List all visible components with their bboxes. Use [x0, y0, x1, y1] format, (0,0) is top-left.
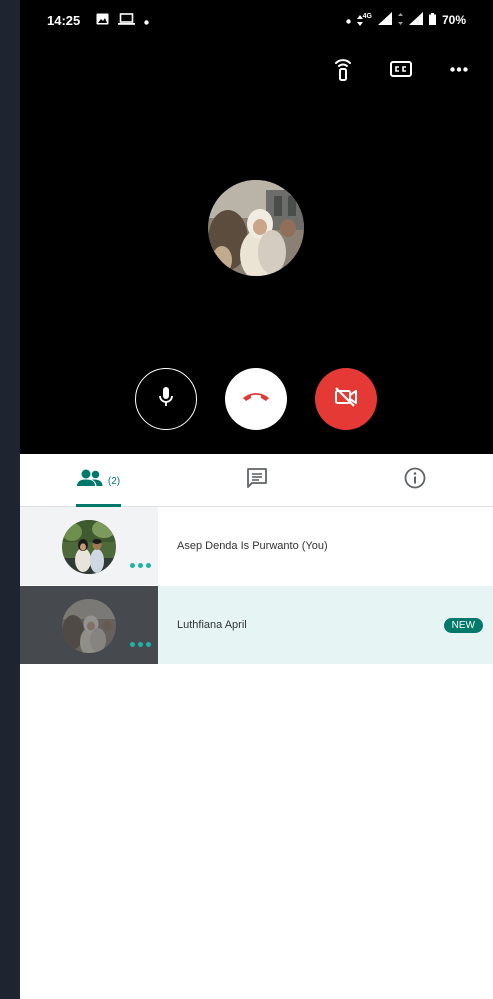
notification-dot-icon: [144, 13, 149, 28]
more-options-icon[interactable]: [445, 55, 473, 83]
participant-thumbnail: [20, 507, 158, 585]
battery-percentage: 70%: [441, 13, 466, 27]
avatar: [62, 520, 116, 574]
cast-icon[interactable]: [329, 55, 357, 83]
call-top-actions: [329, 55, 473, 83]
info-icon: [404, 467, 426, 494]
people-count: (2): [107, 476, 121, 487]
status-right-icons: 4G 70%: [345, 12, 466, 28]
call-video-area: 14:25 4G 70%: [20, 0, 493, 454]
participant-thumbnail: [20, 586, 158, 664]
remote-participant-avatar: [208, 180, 304, 276]
tab-info[interactable]: [336, 454, 493, 506]
participant-row[interactable]: Luthfiana April NEW: [20, 586, 493, 664]
participant-options-icon[interactable]: [130, 642, 151, 647]
status-bar: 14:25 4G 70%: [20, 0, 493, 40]
signal-icon: [377, 12, 392, 28]
network-type-label: 4G: [356, 13, 372, 26]
status-left-icons: [96, 13, 149, 28]
battery-icon: [428, 12, 436, 28]
people-icon: [76, 469, 103, 492]
phone-screen: 14:25 4G 70% (2) Asep Denda Is Purwanto …: [20, 0, 493, 999]
signal-icon: [408, 12, 423, 28]
avatar: [62, 599, 116, 653]
tab-chat[interactable]: [178, 454, 335, 506]
call-controls: [135, 368, 377, 430]
status-badge: NEW: [443, 618, 483, 633]
image-notification-icon: [96, 13, 109, 28]
video-off-icon: [333, 386, 359, 413]
end-call-icon: [242, 390, 270, 408]
participant-name: Luthfiana April: [177, 619, 247, 631]
chat-icon: [246, 467, 268, 494]
closed-captions-icon[interactable]: [387, 55, 415, 83]
status-time: 14:25: [47, 13, 81, 28]
participant-row[interactable]: Asep Denda Is Purwanto (You): [20, 507, 493, 585]
participant-panel-tabs: (2): [20, 454, 493, 507]
tab-people[interactable]: (2): [20, 454, 177, 507]
participant-options-icon[interactable]: [130, 563, 151, 568]
camera-off-button[interactable]: [315, 368, 377, 430]
participant-name: Asep Denda Is Purwanto (You): [177, 540, 328, 552]
microphone-button[interactable]: [135, 368, 197, 430]
data-arrows-icon: [397, 12, 403, 28]
microphone-icon: [158, 386, 174, 413]
notification-dot-icon: [345, 13, 351, 27]
end-call-button[interactable]: [225, 368, 287, 430]
laptop-notification-icon: [118, 13, 135, 28]
